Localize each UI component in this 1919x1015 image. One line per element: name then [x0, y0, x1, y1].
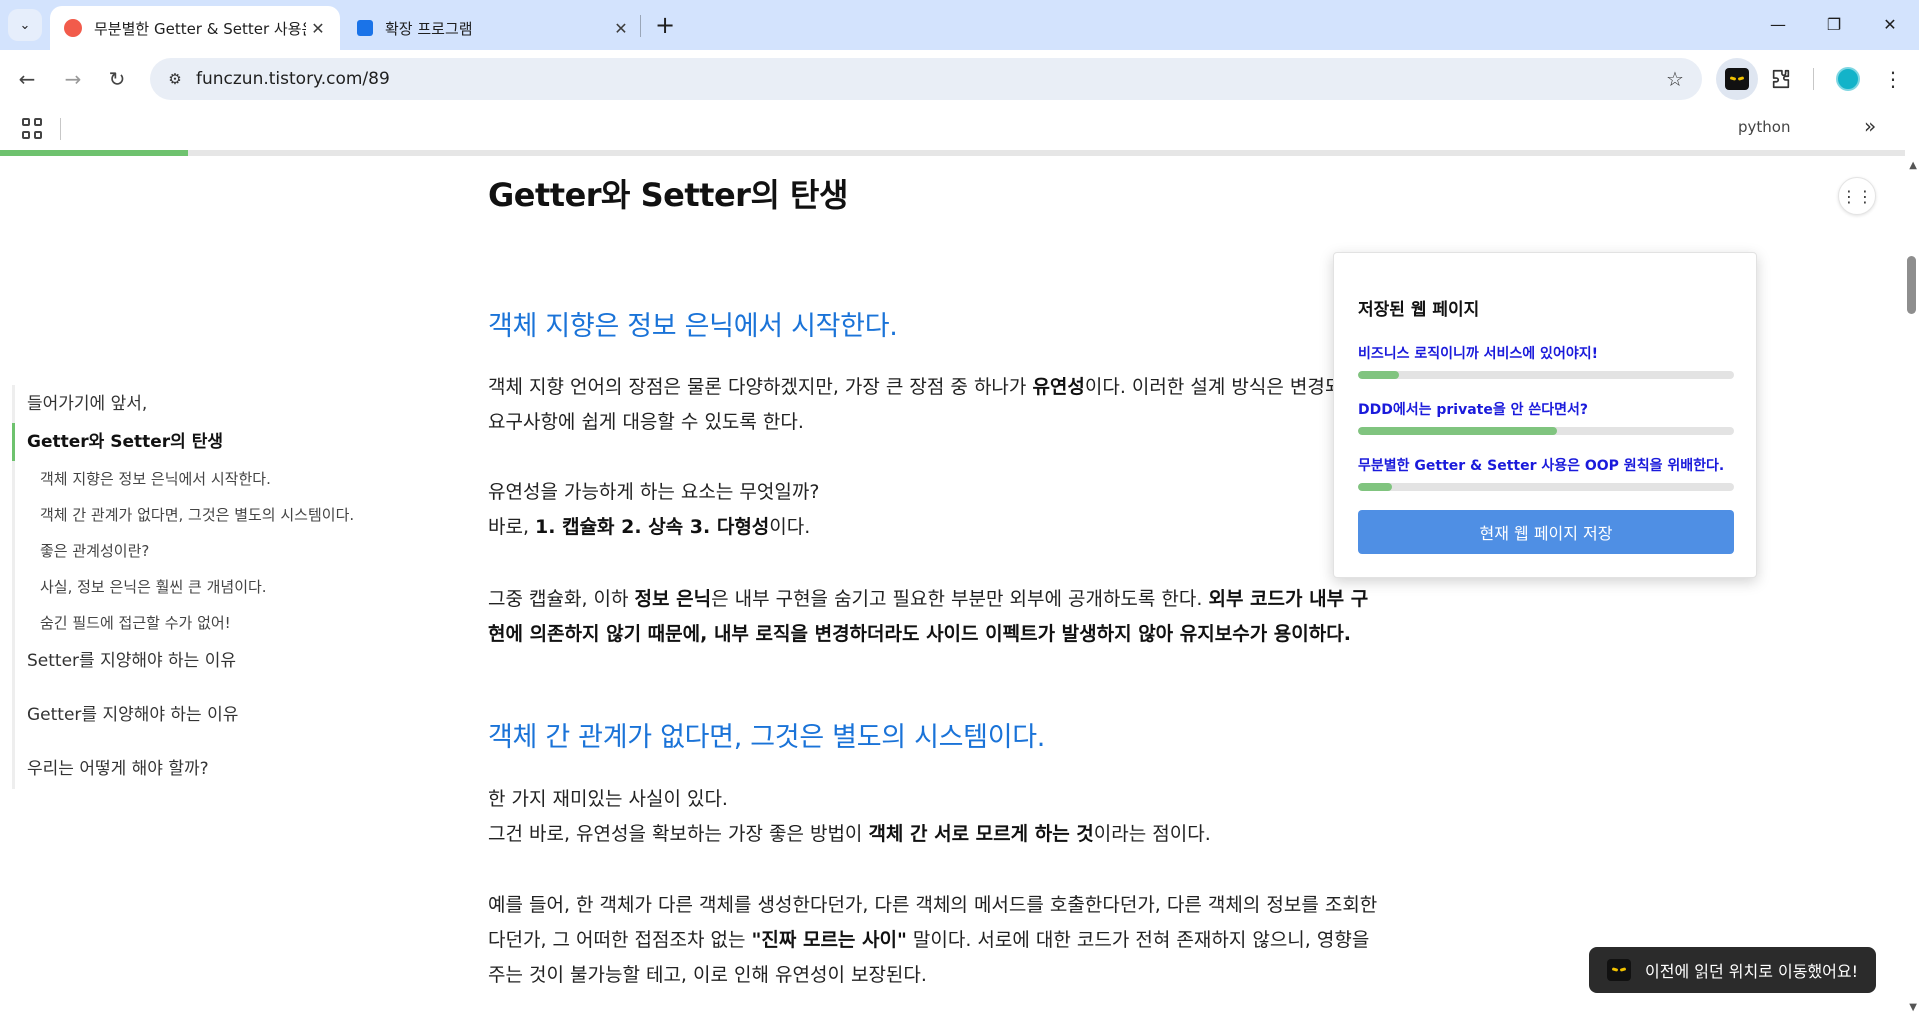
cat-eyes-icon	[1607, 959, 1631, 981]
bookmarks-separator	[60, 118, 61, 140]
saved-pages-extension-button[interactable]	[1716, 58, 1758, 100]
table-of-contents: 들어가기에 앞서, Getter와 Setter의 탄생 객체 지향은 정보 은…	[12, 385, 372, 789]
tab-title: 확장 프로그램	[385, 19, 473, 38]
toc-item[interactable]: Getter를 지양해야 하는 이유	[15, 695, 372, 735]
paragraph: 예를 들어, 한 객체가 다른 객체를 생성한다던가, 다른 객체의 메서드를 …	[488, 894, 1378, 986]
chevron-down-icon: ⌄	[19, 17, 31, 33]
bookmark-python[interactable]: python	[1738, 118, 1790, 136]
tab-strip: ⌄ 무분별한 Getter & Setter 사용은 ✕ 확장 프로그램 ✕ +…	[0, 0, 1919, 50]
site-info-icon[interactable]: ⚙	[162, 66, 188, 92]
toast-notification: 이전에 읽던 위치로 이동했어요!	[1589, 947, 1876, 993]
profile-avatar[interactable]	[1836, 67, 1860, 91]
browser-toolbar: ← → ↻ ⚙ funczun.tistory.com/89 ☆ ⋮	[0, 50, 1919, 108]
saved-page-progress-fill	[1358, 483, 1392, 491]
subsection-heading: 객체 간 관계가 없다면, 그것은 별도의 시스템이다.	[488, 722, 1046, 753]
paragraph: 한 가지 재미있는 사실이 있다. 그건 바로, 유연성을 확보하는 가장 좋은…	[488, 788, 1211, 845]
minimize-icon: —	[1770, 14, 1786, 34]
saved-page-progress	[1358, 427, 1734, 435]
saved-pages-popup: 저장된 웹 페이지 비즈니스 로직이니까 서비스에 있어야지! DDD에서는 p…	[1333, 252, 1757, 578]
toc-item[interactable]: 우리는 어떻게 해야 할까?	[15, 749, 372, 789]
dots-icon: ⋮⋮	[1841, 186, 1873, 206]
save-current-page-button[interactable]: 현재 웹 페이지 저장	[1358, 510, 1734, 554]
toc-item[interactable]: 좋은 관계성이란?	[15, 533, 372, 569]
restore-button[interactable]: ❐	[1811, 6, 1857, 42]
scroll-down-arrow-icon[interactable]: ▼	[1909, 1002, 1917, 1013]
bookmarks-bar: python »	[0, 108, 1919, 150]
paragraph: 객체 지향 언어의 장점은 물론 다양하겠지만, 가장 큰 장점 중 하나가 유…	[488, 376, 1360, 433]
section-heading: Getter와 Setter의 탄생	[488, 176, 848, 214]
close-icon[interactable]: ✕	[609, 16, 633, 40]
floating-menu-button[interactable]: ⋮⋮	[1838, 177, 1876, 215]
address-bar[interactable]: ⚙ funczun.tistory.com/89 ☆	[150, 58, 1702, 100]
saved-page-title[interactable]: 무분별한 Getter & Setter 사용은 OOP 원칙을 위배한다.	[1358, 455, 1734, 475]
extensions-button[interactable]	[1764, 62, 1798, 96]
saved-page-progress	[1358, 371, 1734, 379]
close-icon[interactable]: ✕	[306, 16, 330, 40]
subsection-heading: 객체 지향은 정보 은닉에서 시작한다.	[488, 311, 898, 342]
url-text: funczun.tistory.com/89	[196, 69, 390, 89]
toc-item-active[interactable]: Getter와 Setter의 탄생	[12, 423, 372, 461]
restore-icon: ❐	[1826, 14, 1842, 34]
arrow-right-icon: →	[64, 67, 82, 91]
puzzle-icon	[357, 20, 373, 36]
saved-page-progress-fill	[1358, 371, 1400, 379]
reload-icon: ↻	[108, 67, 126, 91]
puzzle-icon	[1772, 69, 1790, 89]
paragraph: 그중 캡슐화, 이하 정보 은닉은 내부 구현을 숨기고 필요한 부분만 외부에…	[488, 588, 1369, 645]
cat-eyes-icon	[1725, 68, 1749, 90]
tab-title: 무분별한 Getter & Setter 사용은	[94, 19, 306, 38]
tab-search-button[interactable]: ⌄	[8, 9, 42, 41]
page-viewport: ▲ ▼ 들어가기에 앞서, Getter와 Setter의 탄생 객체 지향은 …	[0, 150, 1919, 1015]
saved-page-item[interactable]: 비즈니스 로직이니까 서비스에 있어야지!	[1358, 343, 1734, 379]
close-icon: ✕	[1883, 14, 1897, 34]
toc-item[interactable]: 숨긴 필드에 접근할 수가 없어!	[15, 605, 372, 641]
paragraph: 유연성을 가능하게 하는 요소는 무엇일까? 바로, 1. 캡슐화 2. 상속 …	[488, 481, 820, 538]
tab-getter-setter[interactable]: 무분별한 Getter & Setter 사용은 ✕	[50, 6, 340, 50]
menu-button[interactable]: ⋮	[1878, 62, 1908, 96]
minimize-button[interactable]: —	[1755, 6, 1801, 42]
saved-page-progress-fill	[1358, 427, 1558, 435]
apps-grid-icon[interactable]	[22, 118, 44, 140]
scroll-up-arrow-icon[interactable]: ▲	[1909, 160, 1917, 171]
saved-page-title[interactable]: 비즈니스 로직이니까 서비스에 있어야지!	[1358, 343, 1734, 363]
toc-item[interactable]: Setter를 지양해야 하는 이유	[15, 641, 372, 681]
saved-page-item[interactable]: DDD에서는 private을 안 쓴다면서?	[1358, 399, 1734, 435]
toc-item[interactable]: 객체 지향은 정보 은닉에서 시작한다.	[15, 461, 372, 497]
page-scrollbar[interactable]: ▲ ▼	[1903, 156, 1919, 1015]
reading-progress-bar	[0, 150, 1905, 156]
double-chevron-right-icon[interactable]: »	[1864, 114, 1876, 138]
tistory-favicon-icon	[64, 19, 82, 37]
plus-icon: +	[654, 11, 676, 39]
saved-page-title[interactable]: DDD에서는 private을 안 쓴다면서?	[1358, 399, 1734, 419]
back-button[interactable]: ←	[10, 62, 44, 96]
close-window-button[interactable]: ✕	[1867, 6, 1913, 42]
reading-progress-fill	[0, 150, 189, 156]
vertical-dots-icon: ⋮	[1883, 67, 1903, 91]
popup-title: 저장된 웹 페이지	[1358, 300, 1480, 320]
saved-page-progress	[1358, 483, 1734, 491]
toast-message: 이전에 읽던 위치로 이동했어요!	[1645, 962, 1859, 981]
reload-button[interactable]: ↻	[100, 62, 134, 96]
toc-item[interactable]: 객체 간 관계가 없다면, 그것은 별도의 시스템이다.	[15, 497, 372, 533]
saved-page-item[interactable]: 무분별한 Getter & Setter 사용은 OOP 원칙을 위배한다.	[1358, 455, 1734, 491]
toc-item[interactable]: 사실, 정보 은닉은 훨씬 큰 개념이다.	[15, 569, 372, 605]
new-tab-button[interactable]: +	[650, 10, 680, 40]
forward-button[interactable]: →	[56, 62, 90, 96]
tab-separator	[640, 15, 641, 37]
toolbar-separator	[1813, 68, 1814, 90]
scrollbar-thumb[interactable]	[1907, 256, 1916, 314]
toc-item[interactable]: 들어가기에 앞서,	[15, 385, 372, 423]
bookmark-star-icon[interactable]: ☆	[1662, 66, 1688, 92]
arrow-left-icon: ←	[18, 67, 36, 91]
tab-extensions[interactable]: 확장 프로그램 ✕	[343, 6, 643, 50]
